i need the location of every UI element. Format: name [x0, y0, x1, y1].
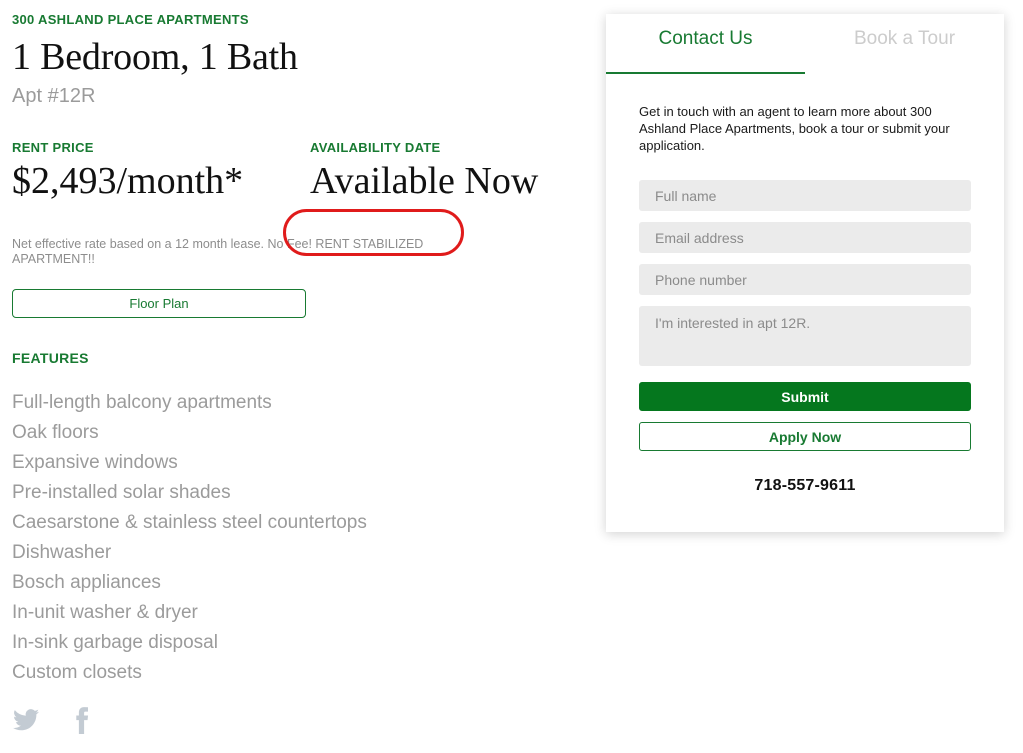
listing-facts: RENT PRICE $2,493/month* AVAILABILITY DA… — [12, 140, 592, 202]
rent-price-value: $2,493/month* — [12, 160, 244, 202]
tab-book-a-tour[interactable]: Book a Tour — [805, 14, 1004, 74]
list-item: Caesarstone & stainless steel countertop… — [12, 512, 367, 533]
list-item: Expansive windows — [12, 452, 178, 473]
list-item: Dishwasher — [12, 542, 112, 563]
facebook-icon[interactable] — [68, 706, 96, 734]
contact-phone-number: 718-557-9611 — [754, 477, 856, 494]
property-name: 300 ASHLAND PLACE APARTMENTS — [12, 12, 249, 27]
list-item: In-unit washer & dryer — [12, 602, 198, 623]
social-links — [12, 706, 96, 734]
list-item: Bosch appliances — [12, 572, 161, 593]
unit-number: Apt #12R — [12, 85, 96, 107]
features-list: Full-length balcony apartments Oak floor… — [12, 388, 572, 688]
list-item: Custom closets — [12, 662, 142, 683]
phone-input[interactable] — [639, 264, 971, 295]
rent-price-block: RENT PRICE $2,493/month* — [12, 140, 243, 204]
contact-card-tabs: Contact Us Book a Tour — [606, 14, 1004, 74]
submit-button[interactable]: Submit — [639, 382, 971, 411]
availability-value: Available Now — [310, 160, 539, 202]
contact-form: Get in touch with an agent to learn more… — [606, 103, 1004, 495]
listing-header: 300 ASHLAND PLACE APARTMENTS 1 Bedroom, … — [12, 12, 592, 109]
full-name-input[interactable] — [639, 180, 971, 211]
rent-disclaimer: Net effective rate based on a 12 month l… — [12, 236, 424, 266]
availability-label: AVAILABILITY DATE — [310, 140, 441, 155]
list-item: Pre-installed solar shades — [12, 482, 231, 503]
rent-price-label: RENT PRICE — [12, 140, 94, 155]
email-field[interactable] — [639, 222, 971, 253]
apply-now-button[interactable]: Apply Now — [639, 422, 971, 451]
list-item: Full-length balcony apartments — [12, 392, 272, 413]
contact-description: Get in touch with an agent to learn more… — [639, 104, 950, 153]
tab-contact-us[interactable]: Contact Us — [606, 14, 805, 74]
features-heading: FEATURES — [12, 350, 89, 366]
page-title: 1 Bedroom, 1 Bath — [12, 36, 298, 78]
floor-plan-button[interactable]: Floor Plan — [12, 289, 306, 318]
contact-card: Contact Us Book a Tour Get in touch with… — [606, 14, 1004, 532]
list-item: In-sink garbage disposal — [12, 632, 218, 653]
list-item: Oak floors — [12, 422, 99, 443]
message-textarea[interactable] — [639, 306, 971, 366]
twitter-icon[interactable] — [12, 706, 40, 734]
availability-block: AVAILABILITY DATE Available Now — [310, 140, 538, 204]
